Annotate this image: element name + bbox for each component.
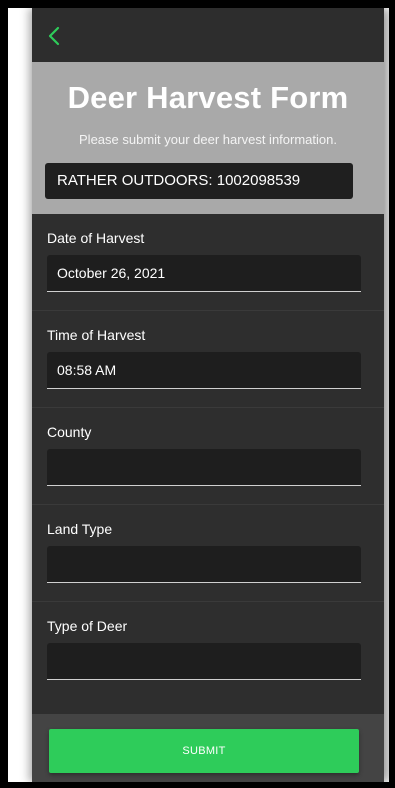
- type-of-deer-input[interactable]: [47, 643, 361, 680]
- land-type-field: Land Type: [32, 505, 384, 602]
- time-of-harvest-input[interactable]: [47, 352, 361, 389]
- land-type-label: Land Type: [47, 521, 113, 537]
- submit-button[interactable]: SUBMIT: [49, 729, 359, 773]
- county-label: County: [47, 424, 92, 440]
- harvest-form: Date of Harvest Time of Harvest County L…: [32, 214, 384, 714]
- time-of-harvest-label: Time of Harvest: [47, 327, 146, 343]
- land-type-input[interactable]: [47, 546, 361, 583]
- back-button[interactable]: [42, 24, 66, 48]
- page-title: Deer Harvest Form: [67, 80, 349, 115]
- top-nav-bar: [32, 8, 384, 62]
- county-input[interactable]: [47, 449, 361, 486]
- county-field: County: [32, 408, 384, 505]
- time-of-harvest-field: Time of Harvest: [32, 311, 384, 408]
- screenshot-frame: Deer Harvest Form Please submit your dee…: [8, 8, 389, 782]
- type-of-deer-label: Type of Deer: [47, 618, 128, 634]
- date-of-harvest-field: Date of Harvest: [32, 214, 384, 311]
- form-footer: SUBMIT: [32, 714, 384, 782]
- app-screen: Deer Harvest Form Please submit your dee…: [32, 8, 384, 782]
- account-id-display: RATHER OUTDOORS: 1002098539: [45, 163, 353, 199]
- form-header: Deer Harvest Form Please submit your dee…: [32, 62, 384, 214]
- chevron-left-icon: [48, 26, 60, 46]
- date-of-harvest-input[interactable]: [47, 255, 361, 292]
- page-subtitle: Please submit your deer harvest informat…: [79, 132, 337, 147]
- type-of-deer-field: Type of Deer: [32, 602, 384, 699]
- date-of-harvest-label: Date of Harvest: [47, 230, 145, 246]
